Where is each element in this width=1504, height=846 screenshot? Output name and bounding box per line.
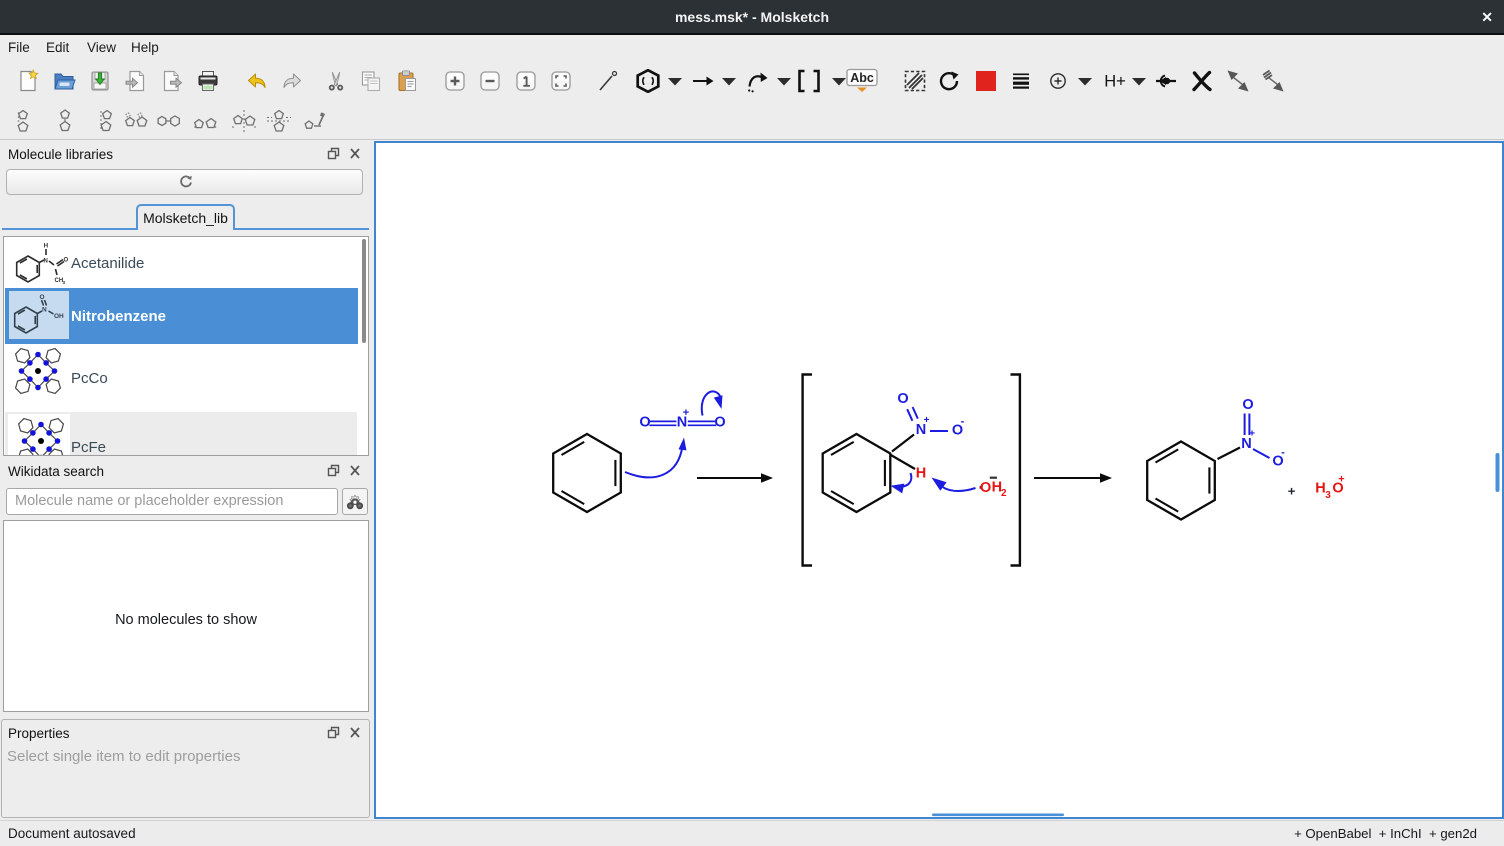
svg-text:+: +	[1288, 484, 1296, 499]
svg-text:O: O	[639, 414, 650, 430]
svg-text:O: O	[980, 480, 991, 496]
svg-text:3: 3	[63, 280, 66, 285]
svg-text:N: N	[42, 307, 47, 314]
svg-text:H: H	[44, 244, 48, 250]
svg-text:3: 3	[1325, 490, 1331, 501]
svg-text:H: H	[916, 466, 926, 482]
svg-text:H: H	[1315, 481, 1325, 497]
svg-text:OH: OH	[54, 313, 64, 320]
svg-text:H+: H+	[1104, 73, 1126, 91]
svg-text:+: +	[1338, 474, 1344, 486]
svg-text:-: -	[1281, 447, 1285, 459]
svg-text:Abc: Abc	[850, 71, 874, 85]
svg-text:O: O	[64, 258, 69, 264]
svg-text:O: O	[1242, 397, 1253, 413]
svg-text:2: 2	[1001, 488, 1007, 499]
svg-text:O: O	[40, 294, 45, 301]
svg-text:O: O	[897, 391, 908, 407]
svg-text:+: +	[683, 407, 689, 419]
svg-text:N: N	[44, 259, 48, 265]
svg-text:+: +	[924, 415, 930, 426]
svg-text:O: O	[714, 414, 725, 430]
svg-text:-: -	[961, 416, 965, 428]
